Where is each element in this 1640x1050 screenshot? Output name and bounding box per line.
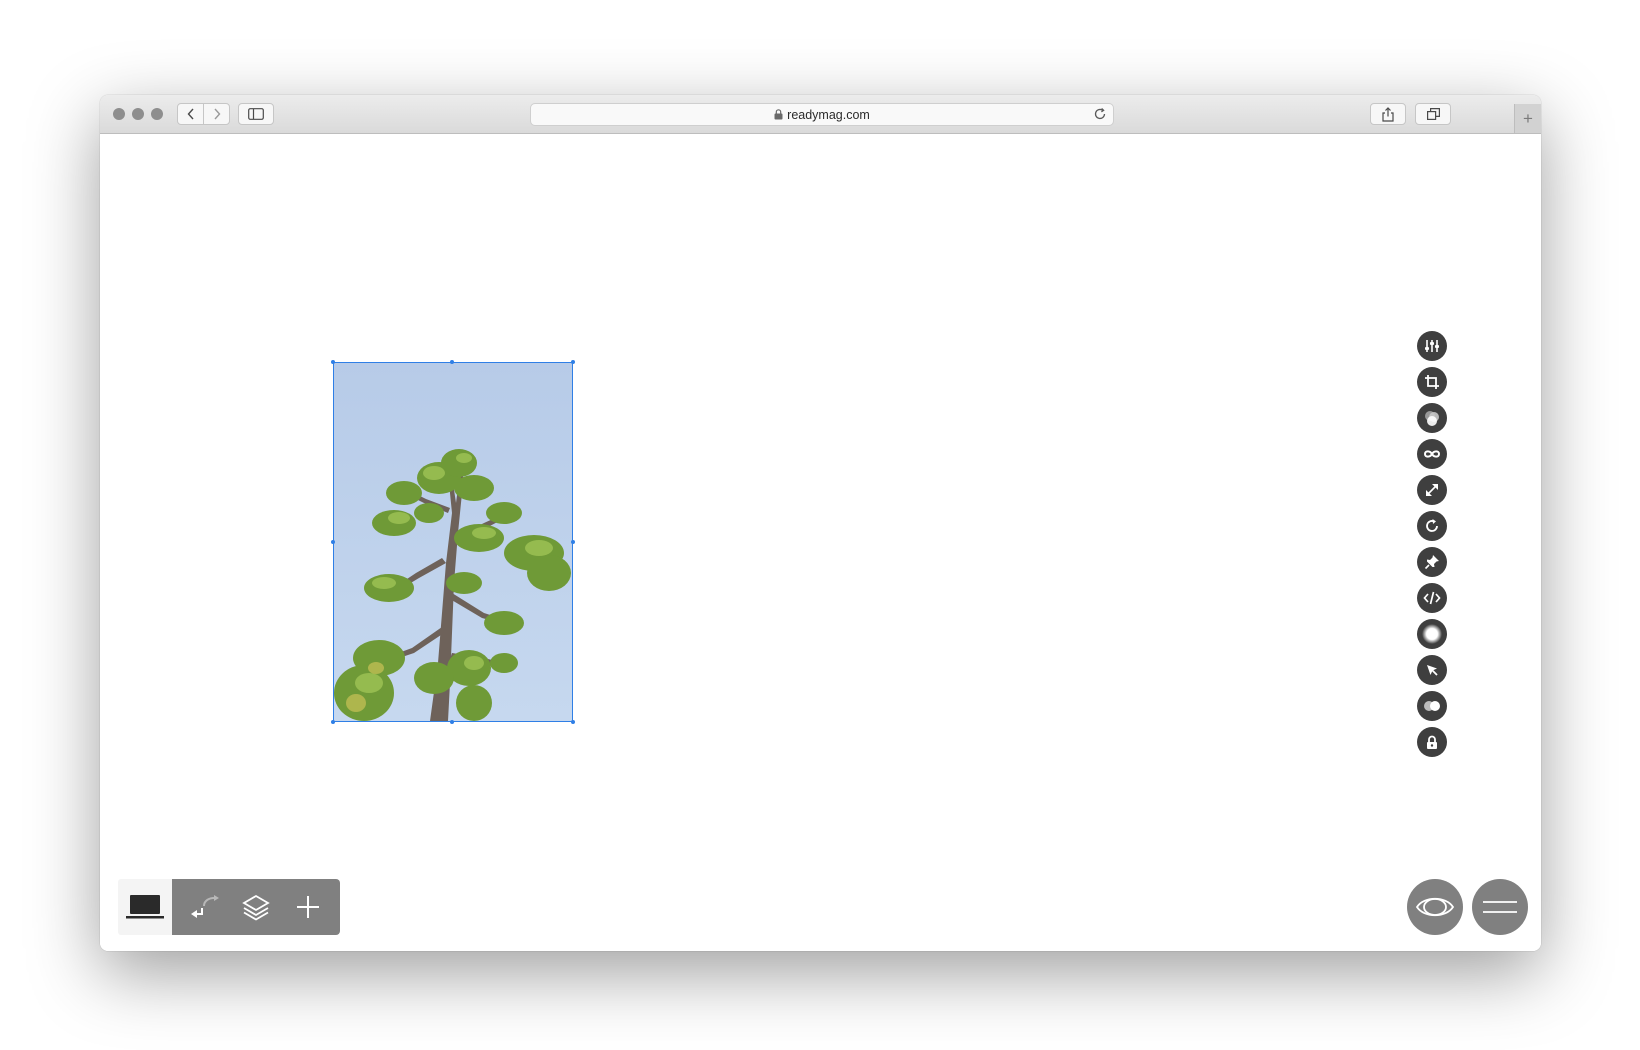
- resize-button[interactable]: [1417, 475, 1447, 505]
- rotate-icon: [1426, 519, 1438, 532]
- settings-sliders-icon: [1425, 340, 1439, 352]
- new-tab-button[interactable]: +: [1514, 104, 1541, 133]
- layers-icon: [242, 894, 270, 921]
- zoom-window-button[interactable]: [151, 108, 163, 120]
- opacity-toggle-icon: [1424, 701, 1440, 711]
- cursor-animation-icon: [1427, 665, 1438, 676]
- tabs-icon: [1426, 108, 1440, 120]
- link-pages-button[interactable]: [184, 887, 224, 927]
- shadow-button[interactable]: [1417, 619, 1447, 649]
- color-button[interactable]: [1417, 403, 1447, 433]
- add-widget-button[interactable]: [288, 887, 328, 927]
- rotate-button[interactable]: [1417, 511, 1447, 541]
- tree-photo-image: [334, 363, 572, 721]
- tabs-overview-button[interactable]: [1415, 103, 1451, 125]
- browser-titlebar: readymag.com +: [100, 95, 1541, 134]
- pin-icon: [1424, 555, 1439, 570]
- resize-handle-right[interactable]: [571, 540, 575, 544]
- share-button[interactable]: [1370, 103, 1406, 125]
- hamburger-menu-icon: [1483, 901, 1517, 913]
- lock-icon: [1427, 735, 1437, 749]
- crop-icon: [1425, 375, 1439, 389]
- eye-icon: [1415, 897, 1455, 917]
- resize-handle-top[interactable]: [450, 360, 454, 364]
- address-bar[interactable]: readymag.com: [530, 103, 1114, 126]
- resize-handle-bottom[interactable]: [450, 720, 454, 724]
- device-switch-button[interactable]: [118, 879, 172, 935]
- back-button[interactable]: [178, 104, 203, 124]
- sidebar-toggle-button[interactable]: [238, 103, 274, 125]
- screenshot-stage: readymag.com +: [0, 0, 1640, 1050]
- url-text: readymag.com: [787, 107, 870, 122]
- share-icon: [1382, 106, 1394, 122]
- resize-handle-bottom-left[interactable]: [331, 720, 335, 724]
- link-infinity-icon: [1423, 450, 1441, 458]
- crop-button[interactable]: [1417, 367, 1447, 397]
- opacity-button[interactable]: [1417, 691, 1447, 721]
- link-arrow-icon: [191, 895, 219, 918]
- lock-icon: [774, 109, 783, 120]
- resize-handle-left[interactable]: [331, 540, 335, 544]
- lock-button[interactable]: [1417, 727, 1447, 757]
- layers-button[interactable]: [236, 887, 276, 927]
- browser-window: readymag.com +: [100, 95, 1541, 951]
- resize-handle-bottom-right[interactable]: [571, 720, 575, 724]
- settings-button[interactable]: [1417, 331, 1447, 361]
- chevron-right-icon: [213, 108, 220, 120]
- add-plus-icon: [297, 896, 319, 918]
- link-button[interactable]: [1417, 439, 1447, 469]
- animation-button[interactable]: [1417, 655, 1447, 685]
- close-window-button[interactable]: [113, 108, 125, 120]
- reload-icon[interactable]: [1093, 107, 1107, 121]
- laptop-icon: [126, 895, 164, 919]
- minimize-window-button[interactable]: [132, 108, 144, 120]
- sidebar-icon: [248, 108, 264, 120]
- chevron-left-icon: [187, 108, 194, 120]
- resize-arrows-icon: [1426, 484, 1438, 496]
- code-button[interactable]: [1417, 583, 1447, 613]
- resize-handle-top-right[interactable]: [571, 360, 575, 364]
- widget-settings-toolbar: [1417, 331, 1447, 763]
- bottom-toolbar: [118, 879, 340, 935]
- shadow-gradient-icon: [1422, 624, 1442, 644]
- color-blend-icon: [1425, 411, 1439, 426]
- editor-canvas[interactable]: [100, 134, 1541, 951]
- image-widget[interactable]: [331, 360, 575, 724]
- tool-panel: [172, 879, 340, 935]
- code-embed-icon: [1423, 591, 1441, 605]
- forward-button[interactable]: [203, 104, 229, 124]
- resize-handle-top-left[interactable]: [331, 360, 335, 364]
- history-nav: [177, 103, 230, 125]
- preview-button[interactable]: [1407, 879, 1463, 935]
- main-menu-button[interactable]: [1472, 879, 1528, 935]
- pin-button[interactable]: [1417, 547, 1447, 577]
